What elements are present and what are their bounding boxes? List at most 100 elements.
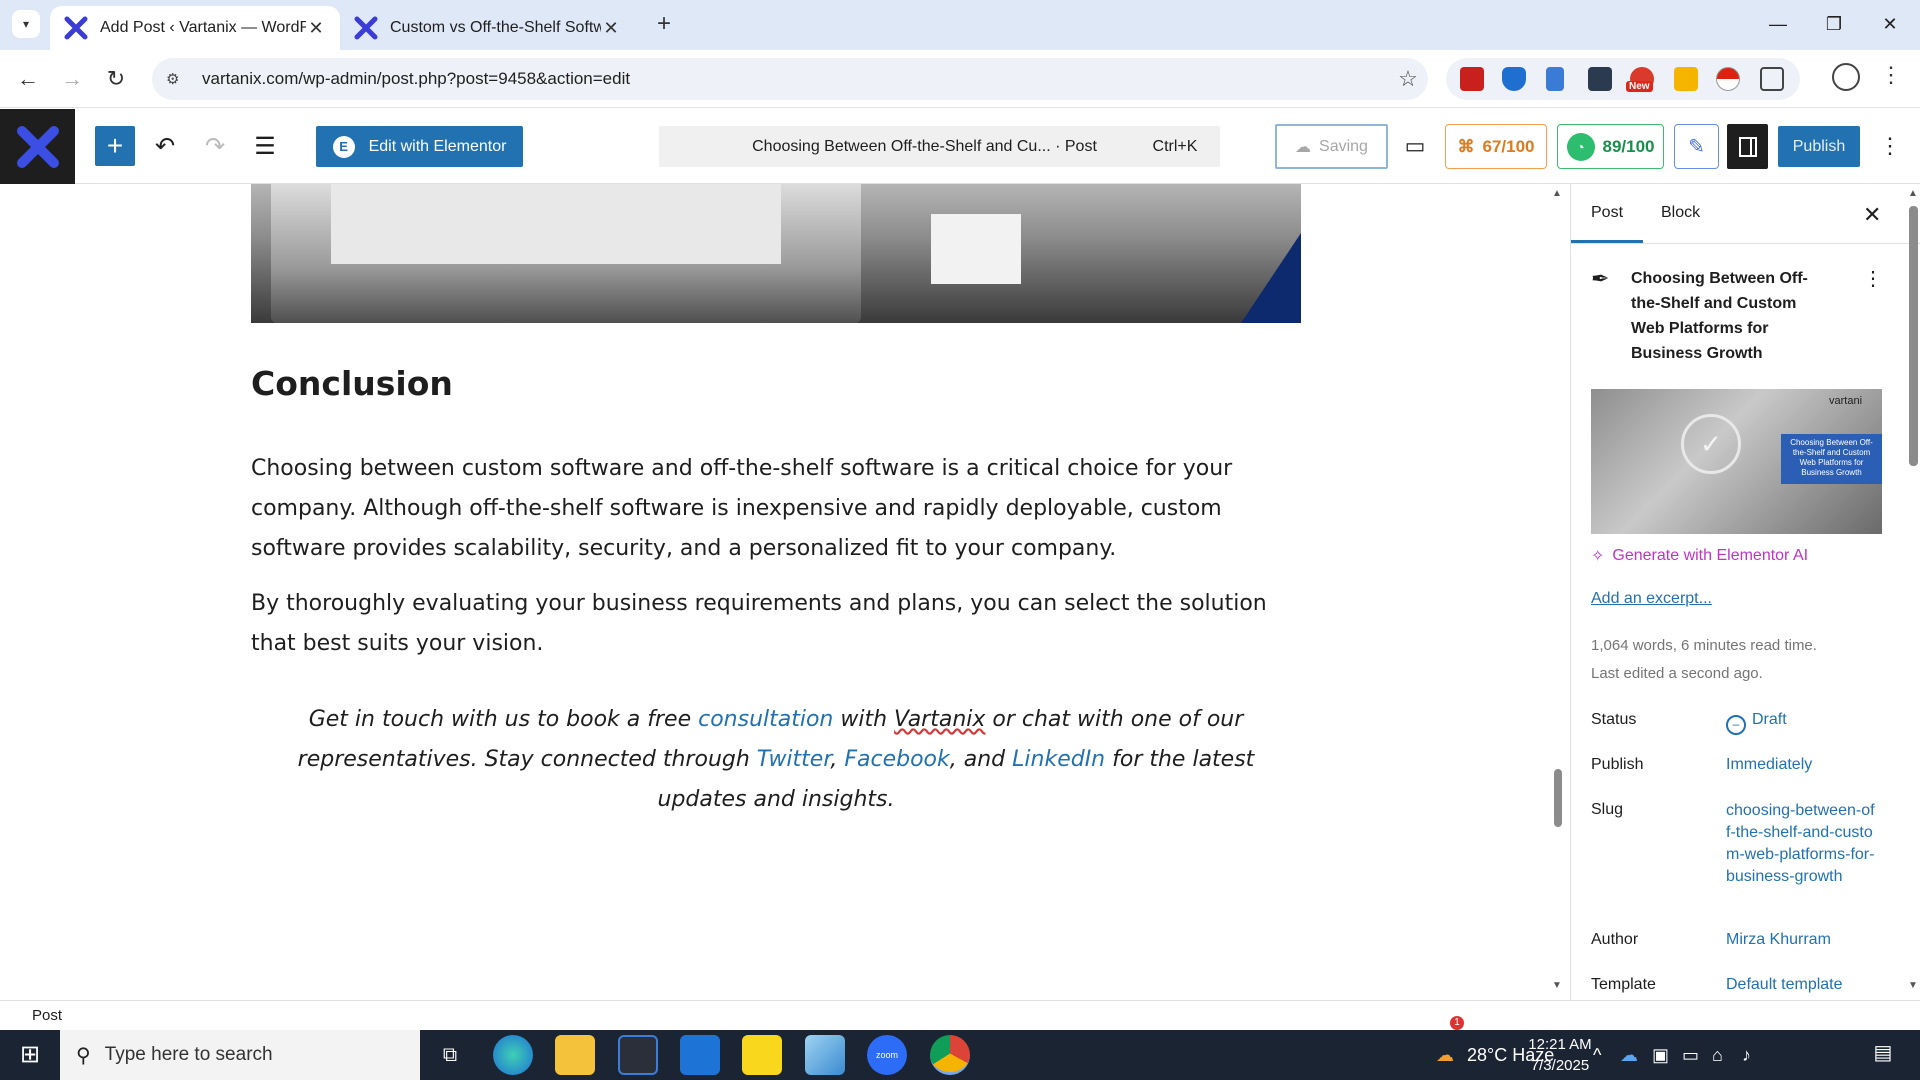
publish-label: Publish bbox=[1591, 756, 1644, 773]
pokeball-icon[interactable] bbox=[1716, 67, 1740, 91]
puzzle-icon[interactable] bbox=[1760, 67, 1784, 91]
new-tab-button[interactable]: + bbox=[650, 10, 678, 38]
status-label: Status bbox=[1591, 711, 1637, 728]
scroll-down-icon[interactable]: ▼ bbox=[1908, 980, 1918, 991]
new-badge: New bbox=[1626, 81, 1653, 92]
search-placeholder: Type here to search bbox=[104, 1044, 273, 1065]
publish-button[interactable]: Publish bbox=[1778, 126, 1860, 167]
block-breadcrumb[interactable]: Post bbox=[0, 1000, 1920, 1030]
facebook-link[interactable]: Facebook bbox=[844, 747, 949, 772]
conclusion-heading[interactable]: Conclusion bbox=[251, 364, 453, 403]
sidebar-scroll-thumb[interactable] bbox=[1909, 206, 1918, 466]
scroll-up-icon[interactable]: ▲ bbox=[1908, 188, 1918, 199]
post-feather-icon: ✒ bbox=[1591, 266, 1610, 291]
linkedin-link[interactable]: LinkedIn bbox=[1012, 747, 1105, 772]
tab-title: Custom vs Off-the-Shelf Softwa bbox=[390, 19, 601, 36]
settings-sidebar-toggle-icon[interactable] bbox=[1727, 124, 1768, 169]
task-view-icon[interactable]: ⧉ bbox=[430, 1035, 470, 1075]
profile-avatar-icon[interactable] bbox=[1832, 63, 1860, 91]
tab-close-icon[interactable]: ✕ bbox=[601, 18, 621, 39]
laptop-image-block[interactable] bbox=[251, 184, 1301, 323]
onedrive-icon[interactable]: ☁ bbox=[1620, 1030, 1638, 1080]
network-icon[interactable]: ⌂ bbox=[1712, 1030, 1723, 1080]
add-excerpt-link[interactable]: Add an excerpt... bbox=[1591, 590, 1712, 608]
star-extension-icon[interactable] bbox=[1674, 67, 1698, 91]
options-menu-icon[interactable]: ⋮ bbox=[1878, 126, 1902, 166]
consultation-link[interactable]: consultation bbox=[698, 707, 833, 732]
pdf-icon[interactable] bbox=[1460, 67, 1484, 91]
generate-with-elementor-ai-link[interactable]: ✧ Generate with Elementor AI bbox=[1591, 546, 1808, 566]
browser-menu-icon[interactable]: ⋮ bbox=[1880, 62, 1902, 88]
new-badge-extension-icon[interactable]: New bbox=[1626, 67, 1654, 92]
add-block-button[interactable]: + bbox=[95, 126, 135, 166]
author-value[interactable]: Mirza Khurram bbox=[1726, 931, 1831, 949]
post-actions-icon[interactable]: ⋮ bbox=[1863, 266, 1883, 291]
canvas-scrollbar[interactable]: ▲ ▼ bbox=[1551, 184, 1565, 1000]
document-overview-icon[interactable]: ☰ bbox=[245, 126, 285, 166]
status-value[interactable]: – Draft bbox=[1726, 711, 1787, 735]
file-explorer-icon[interactable] bbox=[555, 1035, 595, 1075]
edge-icon[interactable] bbox=[493, 1035, 533, 1075]
featured-image-thumbnail[interactable]: vartani ✓ Choosing Between Off-the-Shelf… bbox=[1591, 389, 1882, 534]
template-value[interactable]: Default template bbox=[1726, 976, 1843, 994]
canvas-scroll-thumb[interactable] bbox=[1554, 769, 1562, 827]
redo-icon[interactable]: ↷ bbox=[195, 126, 235, 166]
slug-value[interactable]: choosing-between-off-the-shelf-and-custo… bbox=[1726, 800, 1876, 888]
site-info-icon[interactable]: ⚙ bbox=[166, 70, 188, 88]
volume-icon[interactable]: ♪ bbox=[1742, 1030, 1751, 1080]
post-meta-info: 1,064 words, 6 minutes read time. Last e… bbox=[1591, 632, 1817, 688]
cta-text: Get in touch with us to book a free bbox=[308, 707, 699, 732]
tab-title: Add Post ‹ Vartanix — WordPre bbox=[100, 19, 306, 36]
site-logo[interactable] bbox=[0, 109, 75, 184]
blue-corner-graphic bbox=[1241, 233, 1301, 323]
back-icon[interactable]: ← bbox=[12, 63, 44, 95]
tab-custom-vs-offshelf[interactable]: Custom vs Off-the-Shelf Softwa ✕ bbox=[340, 6, 635, 50]
taskbar-search[interactable]: ⚲ Type here to search bbox=[60, 1030, 420, 1080]
shield-extension-icon[interactable] bbox=[1502, 67, 1526, 91]
cta-paragraph[interactable]: Get in touch with us to book a free cons… bbox=[251, 700, 1301, 820]
command-title: Choosing Between Off-the-Shelf and Cu...… bbox=[752, 137, 1097, 155]
tab-post[interactable]: Post bbox=[1571, 204, 1644, 243]
tab-search-button[interactable]: ▾ bbox=[12, 10, 40, 38]
paragraph-block[interactable]: Choosing between custom software and off… bbox=[251, 449, 1271, 569]
sticky-notes-icon[interactable] bbox=[742, 1035, 782, 1075]
restore-icon[interactable]: ❐ bbox=[1806, 8, 1862, 40]
camera-icon[interactable]: ▣ bbox=[1652, 1030, 1669, 1080]
scroll-up-icon[interactable]: ▲ bbox=[1552, 188, 1562, 199]
windows-start-icon[interactable]: ⊞ bbox=[0, 1030, 60, 1080]
url-text[interactable]: vartanix.com/wp-admin/post.php?post=9458… bbox=[202, 69, 1388, 89]
publish-date-value[interactable]: Immediately bbox=[1726, 756, 1812, 774]
store-icon[interactable] bbox=[618, 1035, 658, 1075]
bookmark-star-icon[interactable]: ☆ bbox=[1388, 66, 1428, 92]
twitter-link[interactable]: Twitter bbox=[757, 747, 831, 772]
mail-icon[interactable] bbox=[680, 1035, 720, 1075]
preview-laptop-icon[interactable]: ▭ bbox=[1395, 126, 1435, 166]
scroll-down-icon[interactable]: ▼ bbox=[1552, 980, 1562, 991]
tab-block[interactable]: Block bbox=[1661, 204, 1700, 222]
battery-icon[interactable]: ▭ bbox=[1682, 1030, 1699, 1080]
zoom-icon[interactable]: zoom bbox=[867, 1035, 907, 1075]
saving-button[interactable]: ☁ Saving bbox=[1275, 124, 1388, 169]
minimize-icon[interactable]: — bbox=[1750, 8, 1806, 40]
undo-icon[interactable]: ↶ bbox=[145, 126, 185, 166]
content-score-button[interactable]: ◔ 89/100 bbox=[1557, 124, 1664, 169]
edit-with-elementor-button[interactable]: E Edit with Elementor bbox=[316, 126, 523, 167]
folder-icon[interactable] bbox=[1588, 67, 1612, 91]
window-close-icon[interactable]: ✕ bbox=[1862, 8, 1918, 40]
forward-icon[interactable]: → bbox=[56, 63, 88, 95]
notepad-icon[interactable] bbox=[805, 1035, 845, 1075]
command-palette-bar[interactable]: Choosing Between Off-the-Shelf and Cu...… bbox=[659, 126, 1220, 167]
document-icon[interactable] bbox=[1546, 67, 1564, 91]
chrome-icon[interactable] bbox=[930, 1035, 970, 1075]
taskbar-clock[interactable]: 12:21 AM 7/3/2025 bbox=[1505, 1034, 1615, 1076]
ai-wand-icon[interactable]: ✎ bbox=[1674, 124, 1719, 169]
tab-add-post[interactable]: Add Post ‹ Vartanix — WordPre ✕ bbox=[50, 6, 340, 50]
paragraph-block[interactable]: By thoroughly evaluating your business r… bbox=[251, 584, 1271, 664]
reload-icon[interactable]: ↻ bbox=[100, 63, 132, 95]
close-sidebar-icon[interactable]: ✕ bbox=[1863, 202, 1881, 228]
sidebar-scrollbar[interactable]: ▲ ▼ bbox=[1906, 184, 1920, 1000]
notification-center-icon[interactable]: ▤ bbox=[1868, 1040, 1898, 1070]
address-bar[interactable]: ⚙ vartanix.com/wp-admin/post.php?post=94… bbox=[152, 58, 1428, 100]
rank-math-score-button[interactable]: ⌘ 67/100 bbox=[1445, 124, 1547, 169]
tab-close-icon[interactable]: ✕ bbox=[306, 18, 326, 39]
